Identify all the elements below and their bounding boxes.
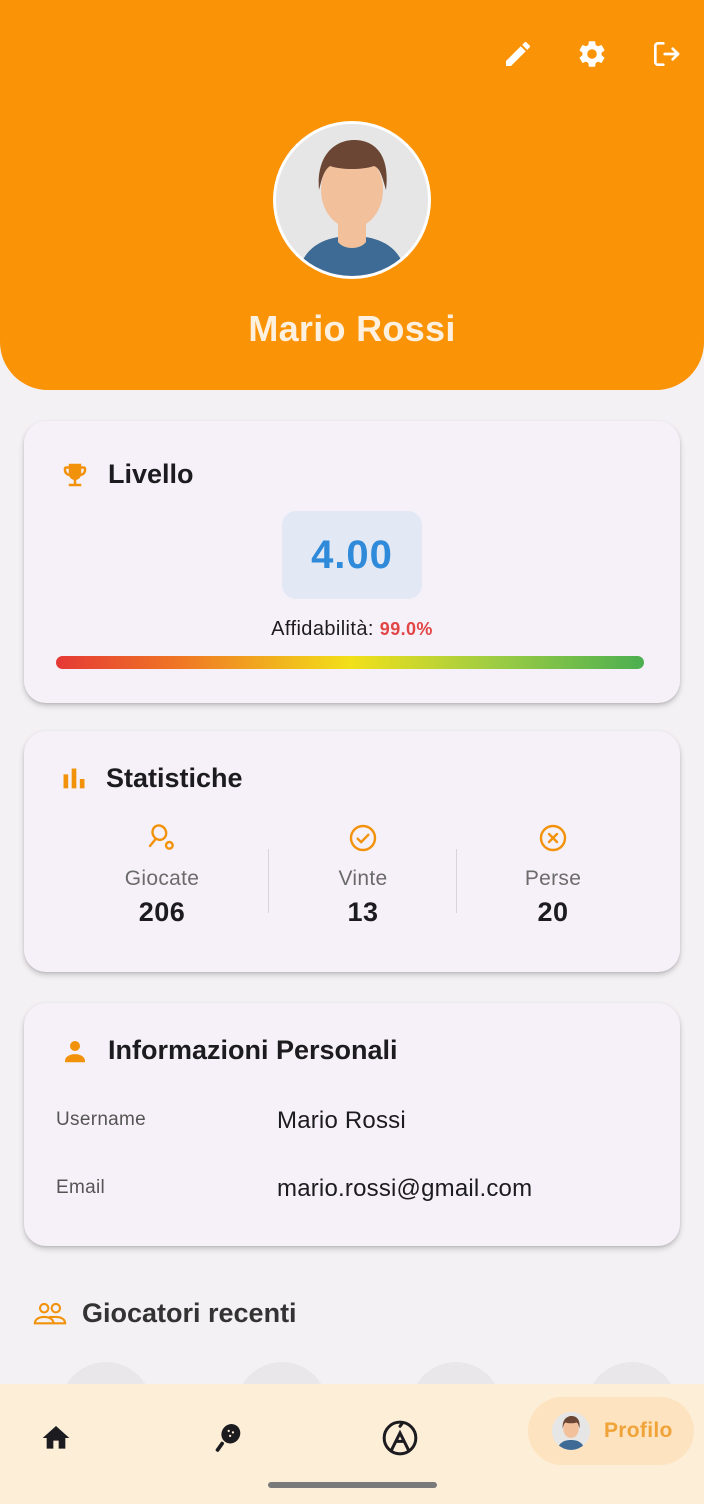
gear-icon [579,41,605,67]
group-icon [33,1302,67,1324]
avatar-person-icon [552,1412,590,1450]
nav-avatar [552,1412,590,1450]
reliability-text: Affidabilità: 99.0% [24,618,680,641]
home-indicator[interactable] [268,1482,437,1488]
settings-button[interactable] [572,34,612,74]
stat-won: Vinte 13 [263,821,463,928]
info-card-title: Informazioni Personali [60,1035,398,1066]
stat-won-label: Vinte [338,867,388,890]
logout-icon [654,42,680,66]
edit-button[interactable] [498,34,538,74]
pencil-icon [506,41,531,66]
avatar[interactable] [273,121,431,279]
username-label: Username [56,1109,147,1130]
header-actions [498,34,686,74]
stats-title: Statistiche [106,763,243,793]
stats-card: Statistiche Giocate 206 Vinte 13 Perse 2… [24,731,680,972]
level-title: Livello [108,459,194,489]
level-card: Livello 4.00 Affidabilità: 99.0% [24,421,680,703]
email-label: Email [56,1177,106,1198]
personal-info-card: Informazioni Personali Username Mario Ro… [24,1003,680,1246]
x-circle-icon [539,824,567,852]
stat-played-label: Giocate [124,867,200,890]
email-value: mario.rossi@gmail.com [277,1175,533,1202]
bar-chart-icon [63,768,85,788]
nav-profile[interactable]: Profilo [528,1397,694,1465]
nav-padel[interactable] [208,1408,248,1468]
avatar-person-icon [276,124,428,276]
person-icon [65,1040,85,1062]
stat-lost-label: Perse [524,867,582,890]
stat-lost-value: 20 [537,897,569,927]
level-card-title: Livello [60,459,194,490]
stat-played-value: 206 [138,897,186,927]
nav-court[interactable] [378,1408,422,1468]
profile-header: Mario Rossi [0,0,704,390]
stat-played: Giocate 206 [62,821,262,928]
recent-title-text: Giocatori recenti [82,1298,297,1328]
logout-button[interactable] [646,34,686,74]
check-circle-icon [349,824,377,852]
recent-players-title: Giocatori recenti [32,1298,297,1329]
reliability-value: 99.0% [379,619,433,639]
reliability-label: Affidabilità: [271,618,374,640]
tennis-racket-icon [148,824,174,850]
reliability-bar [56,656,644,669]
profile-name: Mario Rossi [248,308,456,349]
stats-row: Giocate 206 Vinte 13 Perse 20 [24,821,680,941]
nav-home[interactable] [36,1408,76,1468]
home-icon [42,1426,70,1449]
trophy-icon [63,463,87,486]
info-title: Informazioni Personali [108,1035,398,1065]
stat-won-value: 13 [347,897,379,927]
padel-racket-icon [215,1424,241,1452]
court-icon [382,1420,418,1456]
username-value: Mario Rossi [277,1107,406,1134]
nav-profile-label: Profilo [604,1419,673,1442]
stat-lost: Perse 20 [453,821,653,928]
level-value-badge: 4.00 [282,511,422,599]
stats-card-title: Statistiche [60,763,243,794]
